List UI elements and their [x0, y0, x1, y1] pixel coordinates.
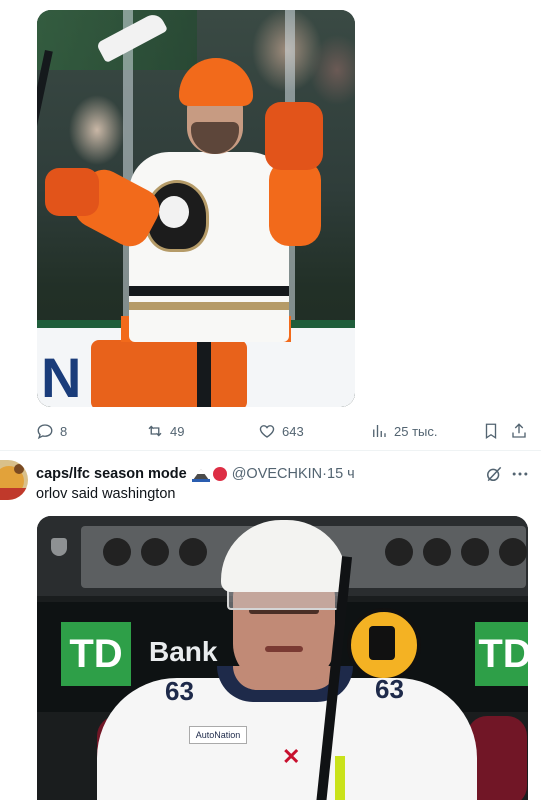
like-button[interactable]: 643: [258, 418, 304, 444]
tweet-media-photo[interactable]: N: [37, 10, 355, 407]
tweet-divider: [0, 450, 541, 451]
capitol-emoji-icon: [191, 467, 210, 482]
tweet-actions: 8 49 643 25 тыс.: [0, 418, 541, 444]
bookmark-icon: [485, 423, 497, 440]
avatar-shirt: [0, 488, 28, 500]
reply-button[interactable]: 8: [36, 418, 67, 444]
tweet-text: orlov said washington: [36, 486, 176, 502]
share-icon: [512, 423, 526, 438]
player-glove: [265, 102, 323, 170]
jersey-emblem: ✕: [282, 744, 301, 769]
panel-hole: [103, 538, 131, 566]
grok-icon[interactable]: [484, 464, 504, 484]
panel-hole: [499, 538, 527, 566]
repost-count: 49: [170, 423, 185, 439]
author-name[interactable]: caps/lfc season mode: [36, 466, 187, 482]
tweet-header: caps/lfc season mode @OVECHKIN · 15 ч: [36, 464, 355, 484]
reply-count: 8: [60, 423, 68, 439]
views-count: 25 тыс.: [394, 423, 438, 439]
player-jersey: [129, 152, 289, 342]
player-arm: [269, 160, 321, 246]
avatar-ear: [14, 464, 24, 474]
td-logo: TD: [475, 622, 528, 686]
more-icon[interactable]: [510, 464, 530, 484]
panel-hole: [179, 538, 207, 566]
ducks-logo-inner: [159, 196, 189, 228]
jersey-stripe: [129, 302, 289, 310]
views-icon: [373, 425, 386, 437]
td-logo: TD: [61, 622, 131, 686]
player-pants: [91, 340, 247, 407]
author-handle[interactable]: @OVECHKIN: [232, 466, 322, 482]
jersey-number: 63: [165, 676, 194, 706]
red-circle-emoji-icon: [212, 467, 227, 481]
pants-stripe: [197, 340, 211, 407]
player-mouth: [265, 646, 303, 652]
bruins-logo-b: [369, 626, 395, 660]
tweet-time[interactable]: 15 ч: [327, 466, 355, 482]
panel-hole: [385, 538, 413, 566]
panel-hole: [461, 538, 489, 566]
stick-tape: [335, 756, 345, 800]
jersey-patch: AutoNation: [189, 726, 247, 744]
like-count: 643: [282, 423, 304, 439]
board-letter: N: [41, 346, 82, 407]
like-icon: [259, 425, 275, 438]
jersey-number: 63: [375, 674, 404, 704]
avatar[interactable]: [0, 460, 28, 500]
tweet-media-photo[interactable]: TD TD Bank 63 63 AutoNation ✕: [37, 516, 528, 800]
panel-hole: [423, 538, 451, 566]
share-button[interactable]: [510, 418, 528, 444]
bank-word: Bank: [149, 636, 218, 667]
repost-icon: [148, 425, 162, 437]
reply-icon: [37, 424, 53, 440]
views-button[interactable]: 25 тыс.: [370, 418, 437, 444]
repost-button[interactable]: 49: [146, 418, 184, 444]
nhl-logo-icon: [51, 538, 67, 556]
panel-hole: [141, 538, 169, 566]
player-glove: [45, 168, 99, 216]
bookmark-button[interactable]: [482, 418, 500, 444]
jersey-stripe: [129, 286, 289, 296]
